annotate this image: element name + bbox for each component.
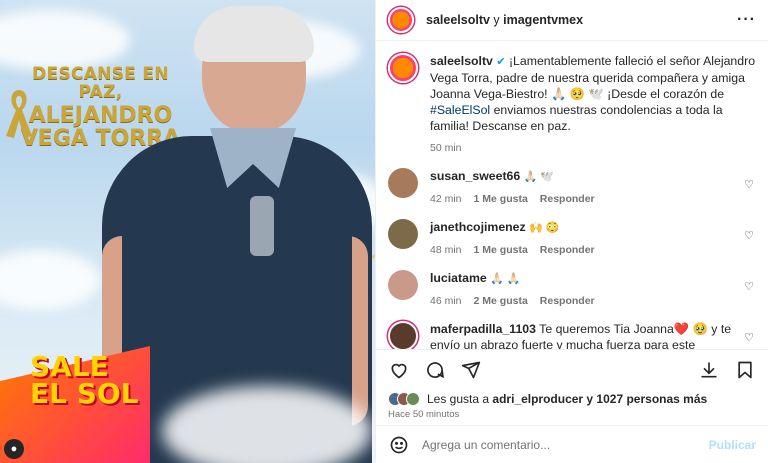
save-bookmark-icon[interactable] <box>734 359 756 381</box>
like-heart-icon[interactable] <box>388 359 410 381</box>
comments-list: saleelsoltv ✔ ¡Lamentablemente falleció … <box>376 41 768 349</box>
liker-avatar <box>406 392 420 406</box>
more-options-icon[interactable]: ··· <box>737 11 756 29</box>
post-image[interactable]: DESCANSE EN PAZ, ALEJANDRO VEGA TORRA SA… <box>0 0 375 463</box>
brand-logo: SALE EL SOL <box>30 350 139 410</box>
tagged-user-icon[interactable]: ● <box>4 439 24 459</box>
post-timestamp[interactable]: Hace 50 minutos <box>376 409 768 425</box>
liker-username[interactable]: adri_elproducer <box>492 392 583 406</box>
caption: saleelsoltv ✔ ¡Lamentablemente falleció … <box>388 53 756 154</box>
likes-count[interactable]: y 1027 personas más <box>583 392 707 406</box>
comment-username[interactable]: luciatame <box>430 271 487 285</box>
comment-row: janethcojimenez 🙌 😳 48 min 1 Me gusta Resp… <box>388 219 756 256</box>
smiley-icon[interactable] <box>388 434 410 456</box>
comment-username[interactable]: janethcojimenez <box>430 220 526 234</box>
account-name[interactable]: saleelsoltv <box>426 13 490 27</box>
like-comment-heart-icon[interactable]: ♡ <box>744 229 754 242</box>
share-send-icon[interactable] <box>460 359 482 381</box>
caption-avatar[interactable] <box>388 53 418 83</box>
comment-time: 46 min <box>430 295 462 307</box>
add-comment-bar: Agrega un comentario... Publicar <box>376 425 768 463</box>
verified-badge-icon: ✔ <box>496 56 506 68</box>
caption-time: 50 min <box>430 142 462 154</box>
instagram-post: DESCANSE EN PAZ, ALEJANDRO VEGA TORRA SA… <box>0 0 768 463</box>
commenter-avatar[interactable] <box>388 219 418 249</box>
comment-username[interactable]: susan_sweet66 <box>430 169 520 183</box>
like-comment-heart-icon[interactable]: ♡ <box>744 280 754 293</box>
comment-text: 🙏🏻 🙏🏻 <box>490 273 521 285</box>
account-avatar[interactable] <box>388 7 414 33</box>
comment-time: 48 min <box>430 244 462 256</box>
collaborator-name[interactable]: imagentvmex <box>503 13 583 27</box>
comment-text: 🙏🏻 🕊️ <box>523 171 555 183</box>
commenter-avatar[interactable] <box>388 270 418 300</box>
like-comment-heart-icon[interactable]: ♡ <box>744 178 754 191</box>
action-bar <box>376 349 768 389</box>
post-side-panel: saleelsoltv y imagentvmex ··· saleelsolt… <box>375 0 768 463</box>
comment-username[interactable]: maferpadilla_1103 <box>430 322 536 336</box>
likes-summary[interactable]: Les gusta a adri_elproducer y 1027 perso… <box>376 389 768 409</box>
caption-hashtag[interactable]: #SaleElSol <box>430 103 490 117</box>
comment-row: luciatame 🙏🏻 🙏🏻 46 min 2 Me gusta Responde… <box>388 270 756 307</box>
commenter-avatar[interactable] <box>388 168 418 198</box>
publish-button[interactable]: Publicar <box>709 438 756 452</box>
comment-input[interactable]: Agrega un comentario... <box>422 438 709 452</box>
comment-row: susan_sweet66 🙏🏻 🕊️ 42 min 1 Me gusta Resp… <box>388 168 756 205</box>
reply-button[interactable]: Responder <box>540 193 595 205</box>
comment-likes[interactable]: 2 Me gusta <box>474 295 528 307</box>
like-comment-heart-icon[interactable]: ♡ <box>744 331 754 344</box>
comment-likes[interactable]: 1 Me gusta <box>474 244 528 256</box>
reply-button[interactable]: Responder <box>540 244 595 256</box>
post-authors: saleelsoltv y imagentvmex <box>426 13 584 27</box>
commenter-avatar[interactable] <box>388 321 418 349</box>
caption-username[interactable]: saleelsoltv <box>430 54 493 68</box>
download-icon[interactable] <box>698 359 720 381</box>
comment-row: maferpadilla_1103 Te queremos Tia Joanna… <box>388 321 756 349</box>
comment-text: 🙌 😳 <box>529 222 560 234</box>
comment-likes[interactable]: 1 Me gusta <box>474 193 528 205</box>
reply-button[interactable]: Responder <box>540 295 595 307</box>
comment-bubble-icon[interactable] <box>424 359 446 381</box>
comment-time: 42 min <box>430 193 462 205</box>
post-header: saleelsoltv y imagentvmex ··· <box>376 0 768 41</box>
